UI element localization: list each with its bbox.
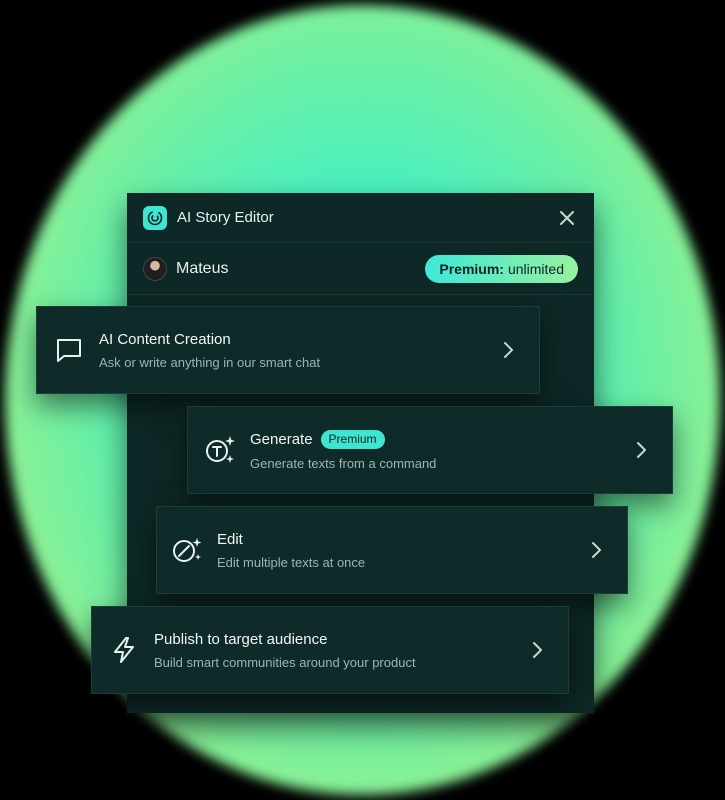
panel-title: AI Story Editor — [177, 209, 274, 226]
card-ai-content-creation[interactable]: AI Content Creation Ask or write anythin… — [36, 306, 540, 394]
chat-bubble-icon — [53, 334, 85, 366]
card-title: Publish to target audience — [154, 630, 328, 648]
card-publish-target-audience[interactable]: Publish to target audience Build smart c… — [91, 606, 569, 694]
user-name: Mateus — [176, 259, 229, 277]
card-title: Generate — [250, 430, 313, 448]
chevron-right-icon — [504, 342, 513, 358]
swirl-logo-icon — [143, 205, 167, 230]
card-title: AI Content Creation — [99, 330, 231, 348]
plan-label: Premium: — [439, 260, 504, 277]
plan-badge: Premium: unlimited — [425, 254, 578, 283]
avatar — [143, 256, 167, 281]
user-row: Mateus Premium: unlimited — [127, 243, 594, 295]
card-edit[interactable]: Edit Edit multiple texts at once — [156, 506, 628, 594]
plan-value: unlimited — [507, 260, 564, 277]
chevron-right-icon — [592, 542, 601, 558]
text-sparkle-icon — [204, 434, 236, 466]
close-icon[interactable] — [556, 207, 578, 229]
card-description: Edit multiple texts at once — [217, 554, 366, 570]
card-description: Ask or write anything in our smart chat — [99, 354, 321, 370]
panel-header: AI Story Editor — [127, 193, 594, 243]
chevron-right-icon — [637, 442, 646, 458]
edit-sparkle-icon — [171, 534, 203, 566]
chevron-right-icon — [533, 642, 542, 658]
card-description: Generate texts from a command — [250, 455, 437, 471]
card-title: Edit — [217, 530, 243, 548]
card-generate[interactable]: Generate Premium Generate texts from a c… — [187, 406, 673, 494]
premium-badge: Premium — [320, 429, 385, 449]
card-description: Build smart communities around your prod… — [154, 654, 416, 670]
lightning-icon — [108, 634, 140, 666]
